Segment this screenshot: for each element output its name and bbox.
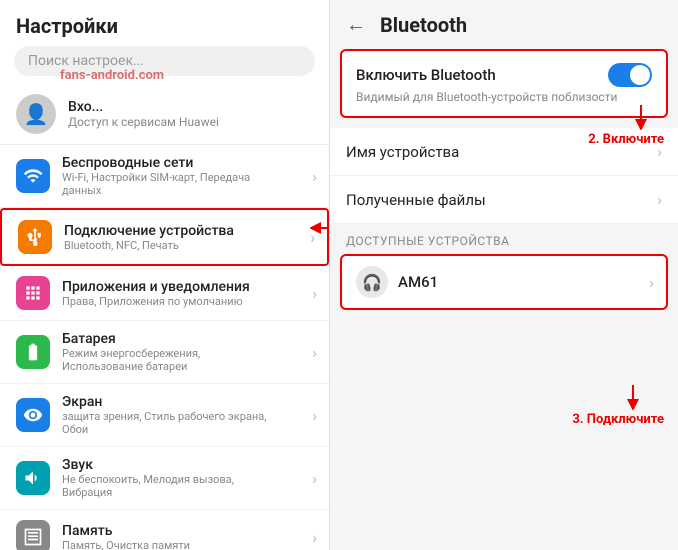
device-am61-icon: 🎧 [356,266,388,298]
device-connection-title: Подключение устройства [64,223,234,239]
profile-name: Вхо... [68,99,219,115]
device-am61-chevron: › [649,273,654,292]
wireless-icon [16,159,50,193]
back-button[interactable]: ← [346,12,366,37]
toggle-row: Включить Bluetooth [356,63,652,87]
display-text: Экран защита зрения, Стиль рабочего экра… [62,394,282,436]
menu-item-display[interactable]: Экран защита зрения, Стиль рабочего экра… [0,384,329,447]
apps-chevron: › [312,284,317,303]
memory-subtitle: Память, Очистка памяти [62,539,190,550]
sound-title: Звук [62,457,282,473]
menu-item-device-connection[interactable]: Подключение устройства Bluetooth, NFC, П… [0,208,329,266]
menu-item-sound[interactable]: Звук Не беспокоить, Мелодия вызова, Вибр… [0,447,329,510]
wireless-chevron: › [312,167,317,186]
memory-chevron: › [312,528,317,547]
sound-subtitle: Не беспокоить, Мелодия вызова, Вибрация [62,473,282,499]
device-connection-subtitle: Bluetooth, NFC, Печать [64,239,234,252]
received-files-chevron: › [657,190,662,209]
right-menu-received-files[interactable]: Полученные файлы › [330,176,678,224]
device-connection-icon [18,220,52,254]
wireless-subtitle: Wi-Fi, Настройки SIM-карт, Передача данн… [62,171,282,197]
left-panel: Настройки Поиск настроек... 👤 Вхо... Дос… [0,0,330,550]
arrow-connect-icon [593,380,643,410]
apps-icon [16,276,50,310]
sound-text: Звук Не беспокоить, Мелодия вызова, Вибр… [62,457,282,499]
display-title: Экран [62,394,282,410]
available-devices-header: ДОСТУПНЫЕ УСТРОЙСТВА [330,224,678,254]
memory-icon [16,520,50,550]
menu-item-wireless[interactable]: Беспроводные сети Wi-Fi, Настройки SIM-к… [0,145,329,208]
battery-chevron: › [312,343,317,362]
apps-subtitle: Права, Приложения по умолчанию [62,295,250,308]
settings-title: Настройки [0,0,329,46]
display-subtitle: защита зрения, Стиль рабочего экрана, Об… [62,410,282,436]
display-chevron: › [312,406,317,425]
apps-title: Приложения и уведомления [62,279,250,295]
battery-title: Батарея [62,331,282,347]
wireless-title: Беспроводные сети [62,155,282,171]
menu-item-battery[interactable]: Батарея Режим энергосбережения, Использо… [0,321,329,384]
device-am61-name: AM61 [398,273,438,291]
right-header: ← Bluetooth [330,0,678,49]
profile-row[interactable]: 👤 Вхо... Доступ к сервисам Huawei [0,84,329,145]
apps-text: Приложения и уведомления Права, Приложен… [62,279,250,308]
wireless-text: Беспроводные сети Wi-Fi, Настройки SIM-к… [62,155,282,197]
right-menu-device-name[interactable]: Имя устройства › [330,128,678,176]
toggle-label: Включить Bluetooth [356,66,496,84]
display-icon [16,398,50,432]
search-bar[interactable]: Поиск настроек... [14,46,315,76]
battery-text: Батарея Режим энергосбережения, Использо… [62,331,282,373]
search-placeholder: Поиск настроек... [28,53,144,69]
bluetooth-toggle-card: Включить Bluetooth Видимый для Bluetooth… [340,49,668,118]
device-connection-text: Подключение устройства Bluetooth, NFC, П… [64,223,234,252]
device-name-chevron: › [657,142,662,161]
toggle-subtitle: Видимый для Bluetooth-устройств поблизос… [356,90,652,104]
sound-icon [16,461,50,495]
memory-title: Память [62,523,190,539]
bluetooth-title: Bluetooth [380,13,467,37]
profile-text: Вхо... Доступ к сервисам Huawei [68,99,219,129]
bluetooth-toggle[interactable] [608,63,652,87]
right-panel: ← Bluetooth Включить Bluetooth Видимый д… [330,0,678,550]
annotation-connect: 3. Подключите [572,412,664,427]
battery-subtitle: Режим энергосбережения, Использование ба… [62,347,282,373]
device-connection-chevron: › [310,228,315,247]
menu-item-apps[interactable]: Приложения и уведомления Права, Приложен… [0,266,329,321]
device-am61[interactable]: 🎧 AM61 › [340,254,668,310]
sound-chevron: › [312,469,317,488]
memory-text: Память Память, Очистка памяти [62,523,190,550]
avatar: 👤 [16,94,56,134]
received-files-label: Полученные файлы [346,191,486,209]
device-name-label: Имя устройства [346,143,459,161]
profile-subtitle: Доступ к сервисам Huawei [68,115,219,129]
battery-icon [16,335,50,369]
menu-item-memory[interactable]: Память Память, Очистка памяти › [0,510,329,550]
